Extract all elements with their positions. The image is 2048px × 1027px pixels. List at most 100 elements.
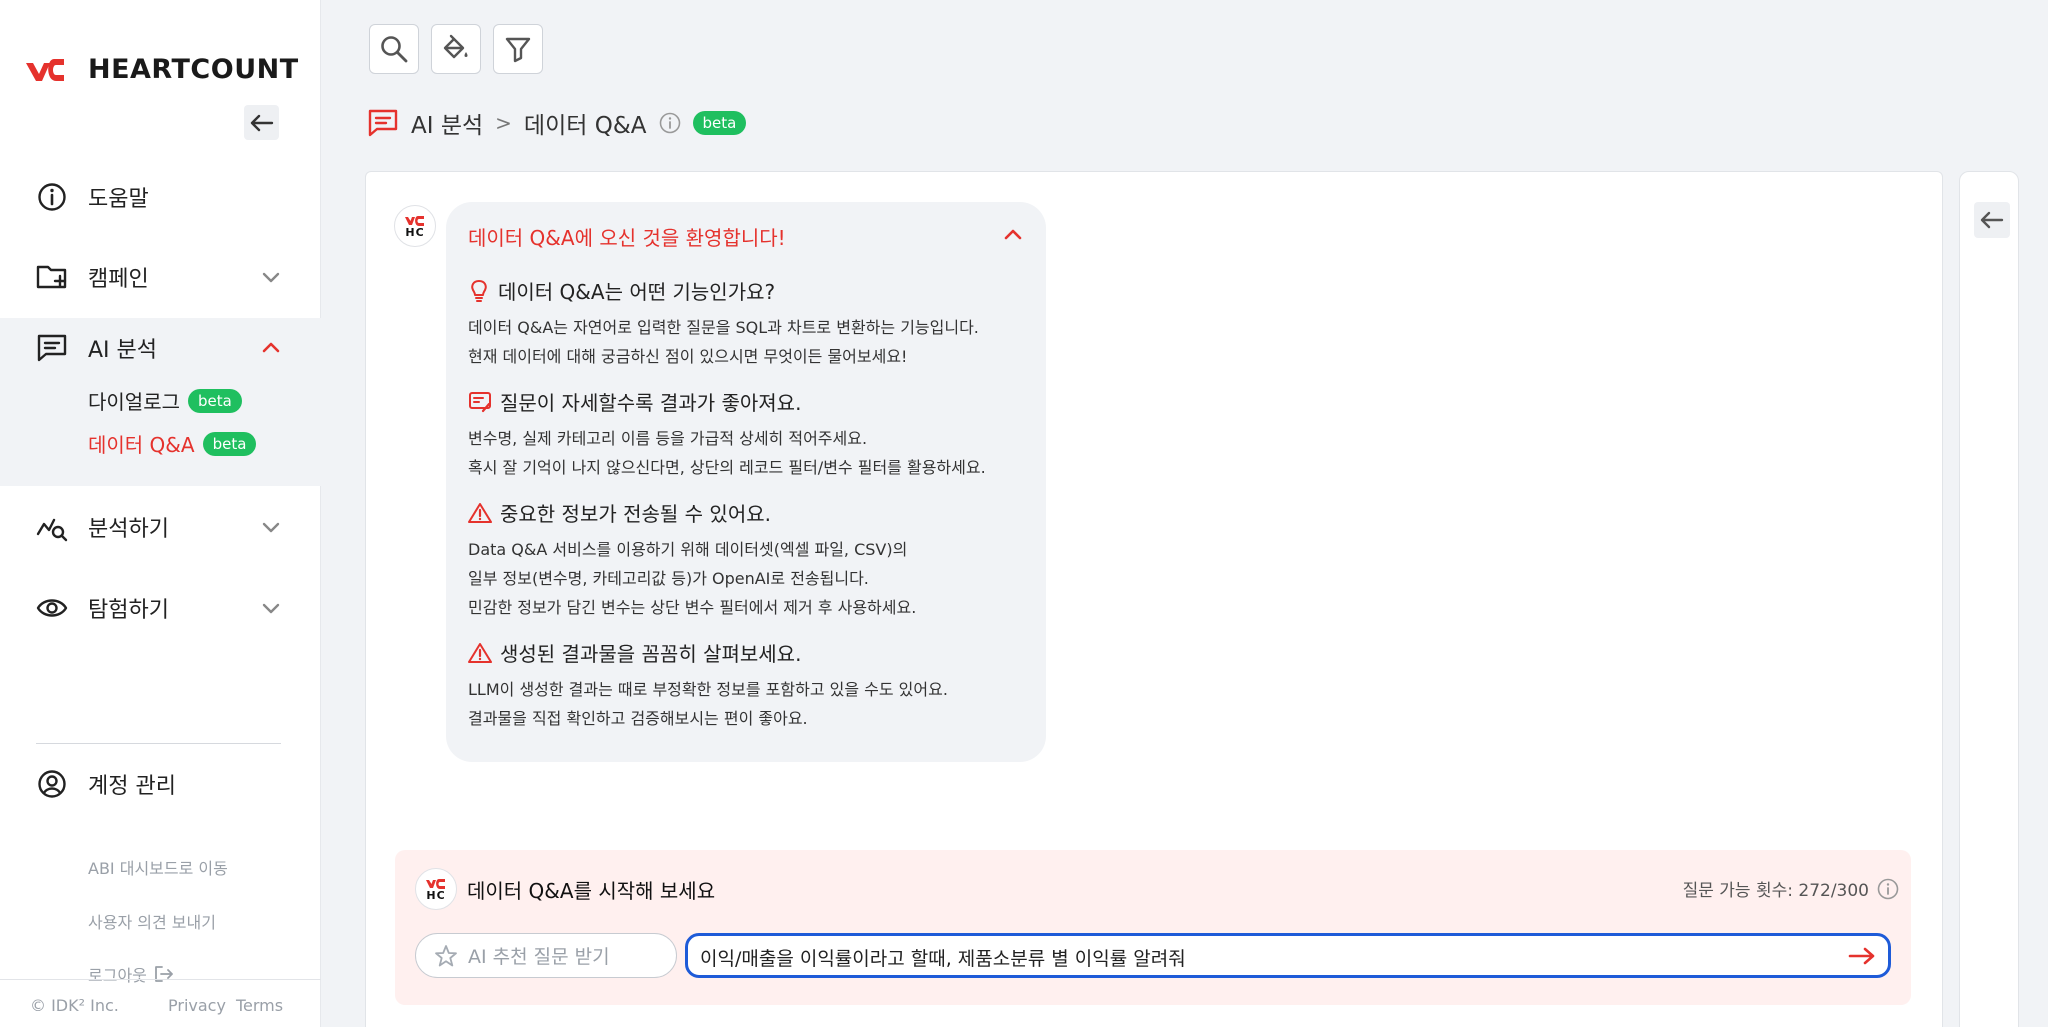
nav-explore[interactable]: 탐험하기 bbox=[0, 578, 321, 638]
nav-dialog[interactable]: 다이얼로그 beta bbox=[88, 386, 242, 415]
terms-link[interactable]: Terms bbox=[236, 996, 283, 1015]
nav-campaign[interactable]: 캠페인 bbox=[0, 247, 321, 307]
chevron-up-icon[interactable] bbox=[1002, 224, 1024, 246]
section-line: Data Q&A 서비스를 이용하기 위해 데이터셋(엑셀 파일, CSV)의 bbox=[468, 540, 908, 559]
section-line: LLM이 생성한 결과는 때로 부정확한 정보를 포함하고 있을 수도 있어요. bbox=[468, 680, 948, 699]
paint-bucket-icon bbox=[443, 34, 468, 59]
chart-search-icon bbox=[36, 511, 68, 543]
ai-suggest-label: AI 추천 질문 받기 bbox=[468, 946, 610, 968]
beta-badge: beta bbox=[202, 431, 257, 456]
composer: HC 데이터 Q&A를 시작해 보세요 질문 가능 횟수: 272/300 AI… bbox=[395, 850, 1911, 1005]
copyright: © IDK² Inc. bbox=[30, 996, 119, 1015]
welcome-section: 중요한 정보가 전송될 수 있어요. Data Q&A 서비스를 이용하기 위해… bbox=[468, 498, 916, 622]
nav-analyze[interactable]: 분석하기 bbox=[0, 497, 321, 557]
nav-ai-group: AI 분석 다이얼로그 beta 데이터 Q&A beta bbox=[0, 318, 321, 486]
folder-plus-icon bbox=[36, 261, 68, 293]
quota-text: 질문 가능 횟수: 272/300 bbox=[1682, 881, 1869, 901]
question-quota: 질문 가능 횟수: 272/300 bbox=[1683, 876, 1899, 901]
arrow-left-icon bbox=[1980, 211, 2004, 229]
welcome-title: 데이터 Q&A에 오신 것을 환영합니다! bbox=[468, 226, 786, 250]
logout-link[interactable]: 로그아웃 bbox=[88, 962, 173, 986]
beta-badge: beta bbox=[188, 388, 242, 413]
paint-button[interactable] bbox=[431, 24, 481, 74]
bot-avatar: HC bbox=[394, 205, 436, 247]
message-icon bbox=[368, 109, 398, 137]
section-heading: 데이터 Q&A는 어떤 기능인가요? bbox=[498, 280, 776, 304]
breadcrumb-separator: > bbox=[495, 111, 512, 135]
toolbar bbox=[369, 24, 543, 74]
chevron-down-icon bbox=[262, 522, 280, 533]
nav-account-label: 계정 관리 bbox=[88, 774, 176, 799]
footer-links: Privacy Terms bbox=[168, 996, 283, 1015]
user-circle-icon bbox=[36, 768, 68, 800]
section-heading: 질문이 자세할수록 결과가 좋아져요. bbox=[500, 391, 802, 415]
heartcount-logo-icon bbox=[26, 58, 64, 81]
lightbulb-icon bbox=[471, 279, 487, 302]
avatar-text: HC bbox=[405, 225, 425, 239]
section-line: 민감한 정보가 담긴 변수는 상단 변수 필터에서 제거 후 사용하세요. bbox=[468, 598, 917, 617]
section-line: 결과물을 직접 확인하고 검증해보시는 편이 좋아요. bbox=[468, 709, 808, 728]
logo[interactable]: HEARTCOUNT bbox=[24, 54, 299, 85]
composer-title: 데이터 Q&A를 시작해 보세요 bbox=[467, 878, 716, 903]
nav-analyze-label: 분석하기 bbox=[88, 517, 169, 542]
collapse-sidebar-button[interactable] bbox=[244, 105, 279, 140]
sidebar-divider bbox=[36, 743, 281, 744]
welcome-section: 생성된 결과물을 꼼꼼히 살펴보세요. LLM이 생성한 결과는 때로 부정확한… bbox=[468, 638, 948, 733]
message-icon bbox=[36, 332, 68, 364]
nav-ai-analysis[interactable]: AI 분석 bbox=[0, 318, 321, 378]
question-input[interactable] bbox=[700, 942, 1830, 972]
nav-explore-label: 탐험하기 bbox=[88, 598, 169, 623]
info-icon[interactable] bbox=[1877, 878, 1899, 900]
info-icon bbox=[36, 181, 68, 213]
heartcount-logo-icon bbox=[426, 878, 445, 889]
feedback-link[interactable]: 사용자 의견 보내기 bbox=[88, 909, 216, 933]
nav-help-label: 도움말 bbox=[88, 187, 149, 212]
breadcrumb: AI 분석 > 데이터 Q&A beta bbox=[367, 106, 747, 140]
send-button[interactable] bbox=[1846, 942, 1878, 970]
question-input-box bbox=[685, 933, 1891, 978]
logout-label: 로그아웃 bbox=[88, 966, 147, 985]
document-edit-icon bbox=[469, 391, 491, 412]
beta-badge: beta bbox=[692, 111, 747, 135]
info-icon[interactable] bbox=[659, 112, 681, 134]
nav-ai-label: AI 분석 bbox=[88, 338, 158, 363]
search-button[interactable] bbox=[369, 24, 419, 74]
dashboard-link[interactable]: ABI 대시보드로 이동 bbox=[88, 855, 228, 879]
side-panel bbox=[1959, 171, 2019, 1027]
chevron-down-icon bbox=[262, 603, 280, 614]
welcome-bubble: 데이터 Q&A에 오신 것을 환영합니다! 데이터 Q&A는 어떤 기능인가요?… bbox=[446, 202, 1046, 762]
arrow-left-icon bbox=[250, 114, 273, 131]
nav-dialog-label: 다이얼로그 bbox=[88, 390, 180, 414]
avatar-text: HC bbox=[426, 888, 446, 902]
chevron-up-icon bbox=[262, 342, 280, 353]
nav-account[interactable]: 계정 관리 bbox=[0, 754, 321, 814]
breadcrumb-section[interactable]: AI 분석 bbox=[411, 106, 483, 140]
warning-icon bbox=[468, 642, 492, 663]
nav-campaign-label: 캠페인 bbox=[88, 267, 149, 292]
privacy-link[interactable]: Privacy bbox=[168, 996, 226, 1015]
filter-icon bbox=[505, 37, 531, 63]
section-line: 변수명, 실제 카테고리 이름 등을 가급적 상세히 적어주세요. bbox=[468, 429, 868, 448]
section-heading: 중요한 정보가 전송될 수 있어요. bbox=[500, 502, 771, 526]
footer-divider bbox=[0, 979, 321, 980]
welcome-section: 질문이 자세할수록 결과가 좋아져요. 변수명, 실제 카테고리 이름 등을 가… bbox=[468, 387, 986, 482]
nav-data-qa-label: 데이터 Q&A bbox=[88, 433, 195, 457]
sidebar: HEARTCOUNT 도움말 캠페인 AI 분석 다이얼로그 beta 데이터 … bbox=[0, 0, 321, 1027]
expand-panel-button[interactable] bbox=[1974, 202, 2010, 238]
warning-icon bbox=[468, 502, 492, 523]
nav-data-qa[interactable]: 데이터 Q&A beta bbox=[88, 429, 257, 458]
nav-help[interactable]: 도움말 bbox=[0, 167, 321, 227]
page-title: 데이터 Q&A bbox=[523, 113, 647, 139]
filter-button[interactable] bbox=[493, 24, 543, 74]
section-line: 현재 데이터에 대해 궁금하신 점이 있으시면 무엇이든 물어보세요! bbox=[468, 347, 908, 366]
brand-name: HEARTCOUNT bbox=[88, 54, 299, 85]
arrow-right-icon bbox=[1848, 947, 1875, 965]
search-icon bbox=[381, 36, 408, 63]
section-heading: 생성된 결과물을 꼼꼼히 살펴보세요. bbox=[500, 642, 802, 666]
star-icon bbox=[435, 944, 457, 966]
ai-suggest-button[interactable]: AI 추천 질문 받기 bbox=[415, 933, 677, 978]
section-line: 데이터 Q&A는 자연어로 입력한 질문을 SQL과 차트로 변환하는 기능입니… bbox=[468, 318, 979, 337]
composer-header: HC 데이터 Q&A를 시작해 보세요 bbox=[415, 868, 715, 910]
eye-icon bbox=[36, 592, 68, 624]
section-line: 일부 정보(변수명, 카테고리값 등)가 OpenAI로 전송됩니다. bbox=[468, 569, 869, 588]
